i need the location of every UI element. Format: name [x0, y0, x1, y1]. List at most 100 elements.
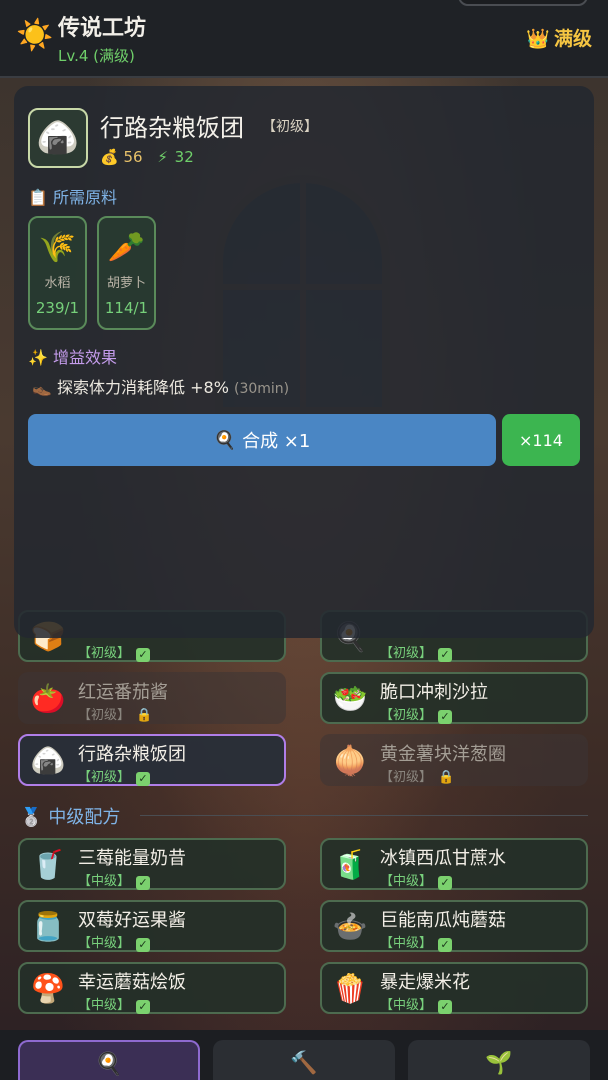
recipe-name: 冰镇西瓜甘蔗水 — [380, 848, 506, 869]
recipe-tier: 【初级】 ✓ — [78, 642, 151, 662]
stew-icon: 🍲 — [332, 910, 368, 943]
sparkle-icon: ✨ — [28, 348, 48, 367]
recipe-name: 三莓能量奶昔 — [78, 848, 186, 869]
crown-icon: 👑 — [526, 28, 550, 50]
frying-pan-icon: 🍳 — [95, 1051, 123, 1077]
buff-effect: 👞 探索体力消耗降低 +8% (30min) — [32, 374, 289, 398]
dish-name: 行路杂粮饭团 — [100, 114, 244, 142]
checkmark-icon: ✓ — [438, 998, 453, 1014]
ingredient-rice[interactable]: 🌾 水稻 239/1 — [28, 216, 87, 330]
recipe-card[interactable]: 🍄 幸运蘑菇烩饭 【中级】 ✓ — [18, 962, 286, 1014]
carrot-icon: 🥕 — [107, 230, 146, 265]
tier-label: 【初级】 — [380, 770, 433, 785]
mid-tier-heading: 🥈 中级配方 — [20, 803, 120, 829]
craft-button[interactable]: 🍳 合成 ×1 — [28, 414, 496, 466]
recipe-card[interactable]: 🧅 黄金薯块洋葱圈【初级】 🔒 — [320, 734, 588, 786]
lock-icon: 🔒 — [438, 770, 455, 785]
recipe-card[interactable]: 🫙 双莓好运果酱 【中级】 ✓ — [18, 900, 286, 952]
tier-label: 【中级】 — [78, 874, 131, 889]
popcorn-icon: 🍿 — [332, 972, 368, 1005]
checkmark-icon: ✓ — [438, 874, 453, 890]
recipe-tier: 【初级】 ✓ — [380, 704, 453, 724]
header-bar: ☀️ 传说工坊 Lv.4 (满级) 👑 满级 — [0, 0, 608, 78]
tier-label: 【初级】 — [78, 770, 131, 785]
boot-icon: 👞 — [32, 378, 52, 397]
recipe-card[interactable]: 🍲 巨能南瓜炖蘑菇【中级】 ✓ — [320, 900, 588, 952]
tier-label: 【初级】 — [380, 708, 433, 723]
recipe-card[interactable]: 🥤 三莓能量奶昔【中级】 ✓ — [18, 838, 286, 890]
recipe-card[interactable]: 🧃 冰镇西瓜甘蔗水 【中级】 ✓ — [320, 838, 588, 890]
checkmark-icon: ✓ — [136, 998, 151, 1014]
tab-crafting[interactable]: 🔨 — [213, 1040, 395, 1080]
lock-icon: 🔒 — [136, 708, 153, 723]
tab-farming[interactable]: 🌱 — [408, 1040, 590, 1080]
recipe-card[interactable]: 🍿 暴走爆米花 【中级】 ✓ — [320, 962, 588, 1014]
recipe-card[interactable]: 🥗 脆口冲刺沙拉 【初级】 ✓ — [320, 672, 588, 724]
recipe-tier: 【初级】 🔒 — [380, 766, 454, 785]
milkshake-icon: 🥤 — [30, 848, 66, 881]
max-level-badge: 👑 满级 — [526, 24, 592, 51]
salad-icon: 🥗 — [332, 682, 368, 715]
medal-icon: 🥈 — [20, 807, 43, 828]
craft-label: 合成 ×1 — [242, 431, 311, 452]
recipe-tier: 【初级】 ✓ — [78, 766, 151, 786]
recipe-tier: 【初级】 🔒 — [78, 704, 152, 723]
buff-heading: ✨ 增益效果 — [28, 344, 117, 368]
recipe-name: 黄金薯块洋葱圈 — [380, 744, 506, 765]
jam-jar-icon: 🫙 — [30, 910, 66, 943]
tomato-icon: 🍅 — [30, 682, 66, 715]
seedling-icon: 🌱 — [485, 1050, 513, 1076]
top-pill — [458, 0, 588, 6]
craft-max-button[interactable]: ×114 — [502, 414, 580, 466]
tier-label: 【初级】 — [78, 708, 131, 723]
tier-label: 【中级】 — [380, 998, 433, 1013]
recipe-card[interactable]: 🍅 红运番茄酱 【初级】 🔒 — [18, 672, 286, 724]
recipe-tier: 【中级】 ✓ — [78, 870, 151, 890]
dish-stats: 💰 56 ⚡ 32 — [100, 148, 194, 166]
buff-text: 探索体力消耗降低 +8% — [57, 378, 229, 397]
ingredient-count: 114/1 — [104, 299, 149, 317]
ingredients-heading: 📋 所需原料 — [28, 184, 117, 208]
juice-box-icon: 🧃 — [332, 848, 368, 881]
mid-tier-label: 中级配方 — [48, 807, 121, 828]
recipe-name: 脆口冲刺沙拉 — [380, 682, 488, 703]
energy-icon: ⚡ — [157, 148, 168, 166]
onion-icon: 🧅 — [332, 744, 368, 777]
recipe-card[interactable]: 🍙 行路杂粮饭团 【初级】 ✓ — [18, 734, 286, 786]
recipe-tier: 【中级】 ✓ — [78, 994, 151, 1014]
clipboard-icon: 📋 — [28, 188, 48, 207]
checkmark-icon: ✓ — [438, 646, 453, 662]
ingredient-name: 水稻 — [44, 276, 71, 291]
sun-icon: ☀️ — [16, 18, 54, 53]
buff-label: 增益效果 — [53, 348, 118, 367]
gold-icon: 💰 — [100, 148, 119, 166]
checkmark-icon: ✓ — [136, 874, 151, 890]
recipe-tier: 【中级】 ✓ — [380, 994, 453, 1014]
recipe-tier: 【初级】 ✓ — [380, 642, 453, 662]
recipe-tier: 【中级】 ✓ — [380, 870, 453, 890]
recipe-name: 幸运蘑菇烩饭 — [78, 972, 186, 993]
tab-cooking[interactable]: 🍳 — [18, 1040, 200, 1080]
buff-duration: (30min) — [234, 381, 290, 397]
recipe-tier: 【中级】 ✓ — [78, 932, 151, 952]
rice-icon: 🌾 — [38, 230, 77, 265]
ingredients-label: 所需原料 — [53, 188, 118, 207]
tier-label: 【中级】 — [78, 998, 131, 1013]
hammer-icon: 🔨 — [290, 1050, 318, 1076]
energy-value: 32 — [174, 148, 194, 166]
ingredient-name: 胡萝卜 — [106, 276, 146, 291]
recipe-detail-panel: 🍙 行路杂粮饭团 【初级】 💰 56 ⚡ 32 📋 所需原料 🌾 水稻 239/… — [14, 86, 594, 638]
recipe-name: 行路杂粮饭团 — [78, 744, 186, 765]
ingredient-count: 239/1 — [35, 299, 80, 317]
dish-tier: 【初级】 — [262, 119, 318, 135]
tier-label: 【中级】 — [380, 936, 433, 951]
divider — [140, 815, 588, 816]
checkmark-icon: ✓ — [438, 936, 453, 952]
max-level-label: 满级 — [553, 28, 592, 50]
bottom-nav: 🍳 🔨 🌱 — [0, 1030, 608, 1080]
gold-value: 56 — [123, 148, 143, 166]
rice-ball-icon: 🍙 — [30, 744, 66, 777]
recipe-tier: 【中级】 ✓ — [380, 932, 453, 952]
recipe-name: 巨能南瓜炖蘑菇 — [380, 910, 506, 931]
ingredient-carrot[interactable]: 🥕 胡萝卜 114/1 — [97, 216, 156, 330]
